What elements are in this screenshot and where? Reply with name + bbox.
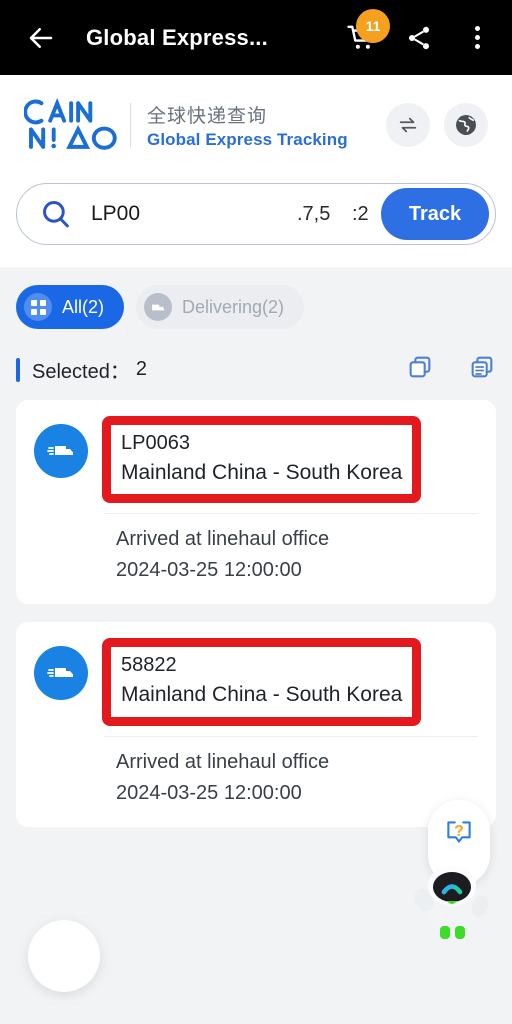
- floating-action-button[interactable]: [28, 920, 100, 992]
- more-vertical-icon: [474, 26, 480, 49]
- selection-label: Selected：: [32, 361, 130, 383]
- back-button[interactable]: [18, 15, 64, 61]
- arrow-left-icon: [29, 27, 53, 48]
- filter-chip-row: All(2) Delivering(2): [0, 267, 512, 337]
- search-bar[interactable]: LP00 .7,5 :2 Track: [16, 183, 496, 245]
- assistant-widget[interactable]: ?: [402, 800, 498, 940]
- tracking-id: LP0063: [121, 432, 190, 454]
- card-divider: [104, 513, 478, 515]
- tracking-id: 58822: [121, 654, 177, 677]
- brand-title-cn: 全球快递查询: [147, 105, 268, 127]
- truck-icon: [144, 293, 173, 321]
- grid-icon: [24, 293, 52, 321]
- selection-accent-bar: [16, 357, 20, 382]
- search-fragment-b: :2: [352, 203, 369, 225]
- brand-header: 全球快递查询 Global Express Tracking: [0, 75, 512, 175]
- shipment-card[interactable]: 58822 Mainland China - South Korea Arriv…: [16, 622, 496, 827]
- copy-document-icon: [471, 356, 493, 378]
- copy-details-button[interactable]: [468, 353, 496, 386]
- truck-glyph: [47, 446, 73, 455]
- tracking-highlight-box: 58822 Mainland China - South Korea: [102, 638, 422, 726]
- globe-icon: [456, 115, 476, 135]
- svg-text:?: ?: [454, 823, 464, 840]
- brand-title-en: Global Express Tracking: [147, 129, 348, 149]
- filter-chip-delivering[interactable]: Delivering(2): [136, 285, 305, 329]
- truck-glyph: [151, 304, 164, 310]
- shipment-list: LP0063 Mainland China - South Korea Arri…: [0, 400, 512, 827]
- filter-chip-all[interactable]: All(2): [16, 285, 125, 329]
- truck-icon: [34, 646, 88, 701]
- filter-chip-delivering-label: Delivering(2): [182, 296, 285, 317]
- shipment-card[interactable]: LP0063 Mainland China - South Korea Arri…: [16, 400, 496, 605]
- selection-bar: Selected： 2: [0, 337, 512, 400]
- copy-button[interactable]: [406, 353, 434, 386]
- tracking-route: Mainland China - South Korea: [121, 683, 403, 707]
- cart-button[interactable]: 11: [344, 8, 390, 55]
- filter-chip-all-label: All(2): [62, 296, 105, 317]
- page-title: Global Express...: [86, 24, 268, 50]
- shipment-card-header: LP0063 Mainland China - South Korea: [34, 416, 478, 504]
- brand-divider: [130, 103, 131, 147]
- search-fragment-a: .7,5: [297, 203, 331, 225]
- truck-glyph: [47, 668, 73, 678]
- cainiao-logo: [24, 97, 117, 150]
- android-top-bar: Global Express... 11: [0, 0, 512, 75]
- brand-text-group: 全球快递查询 Global Express Tracking: [147, 101, 348, 150]
- topbar-actions: 11: [344, 8, 494, 55]
- cart-badge: 11: [356, 8, 390, 43]
- brand-actions: [386, 103, 488, 147]
- tracking-route: Mainland China - South Korea: [121, 461, 403, 484]
- selection-actions: [406, 353, 496, 386]
- overflow-menu-button[interactable]: [460, 21, 494, 55]
- swap-arrows-icon: [399, 117, 417, 133]
- shipment-card-header: 58822 Mainland China - South Korea: [34, 638, 478, 726]
- shipment-status: Arrived at linehaul office: [116, 750, 330, 773]
- tracking-highlight-box: LP0063 Mainland China - South Korea: [102, 416, 422, 504]
- app-root: Global Express... 11 全球快递查询 Global Expre…: [0, 0, 512, 1024]
- shipment-status: Arrived at linehaul office: [116, 528, 330, 551]
- share-button[interactable]: [402, 21, 436, 55]
- track-button[interactable]: Track: [381, 188, 489, 240]
- search-section: LP00 .7,5 :2 Track: [0, 175, 512, 267]
- copy-squares-icon: [409, 356, 431, 378]
- language-globe-button[interactable]: [444, 103, 488, 147]
- share-icon: [408, 26, 430, 49]
- selection-count: 2: [135, 358, 147, 380]
- swap-button[interactable]: [386, 103, 430, 147]
- search-icon: [43, 201, 69, 228]
- question-bubble-icon: ?: [447, 821, 471, 843]
- shipment-timestamp: 2024-03-25 12:00:00: [116, 559, 302, 582]
- truck-icon: [34, 424, 88, 478]
- robot-mascot-icon: [414, 866, 489, 939]
- card-divider: [104, 735, 478, 737]
- search-input[interactable]: LP00: [91, 202, 140, 226]
